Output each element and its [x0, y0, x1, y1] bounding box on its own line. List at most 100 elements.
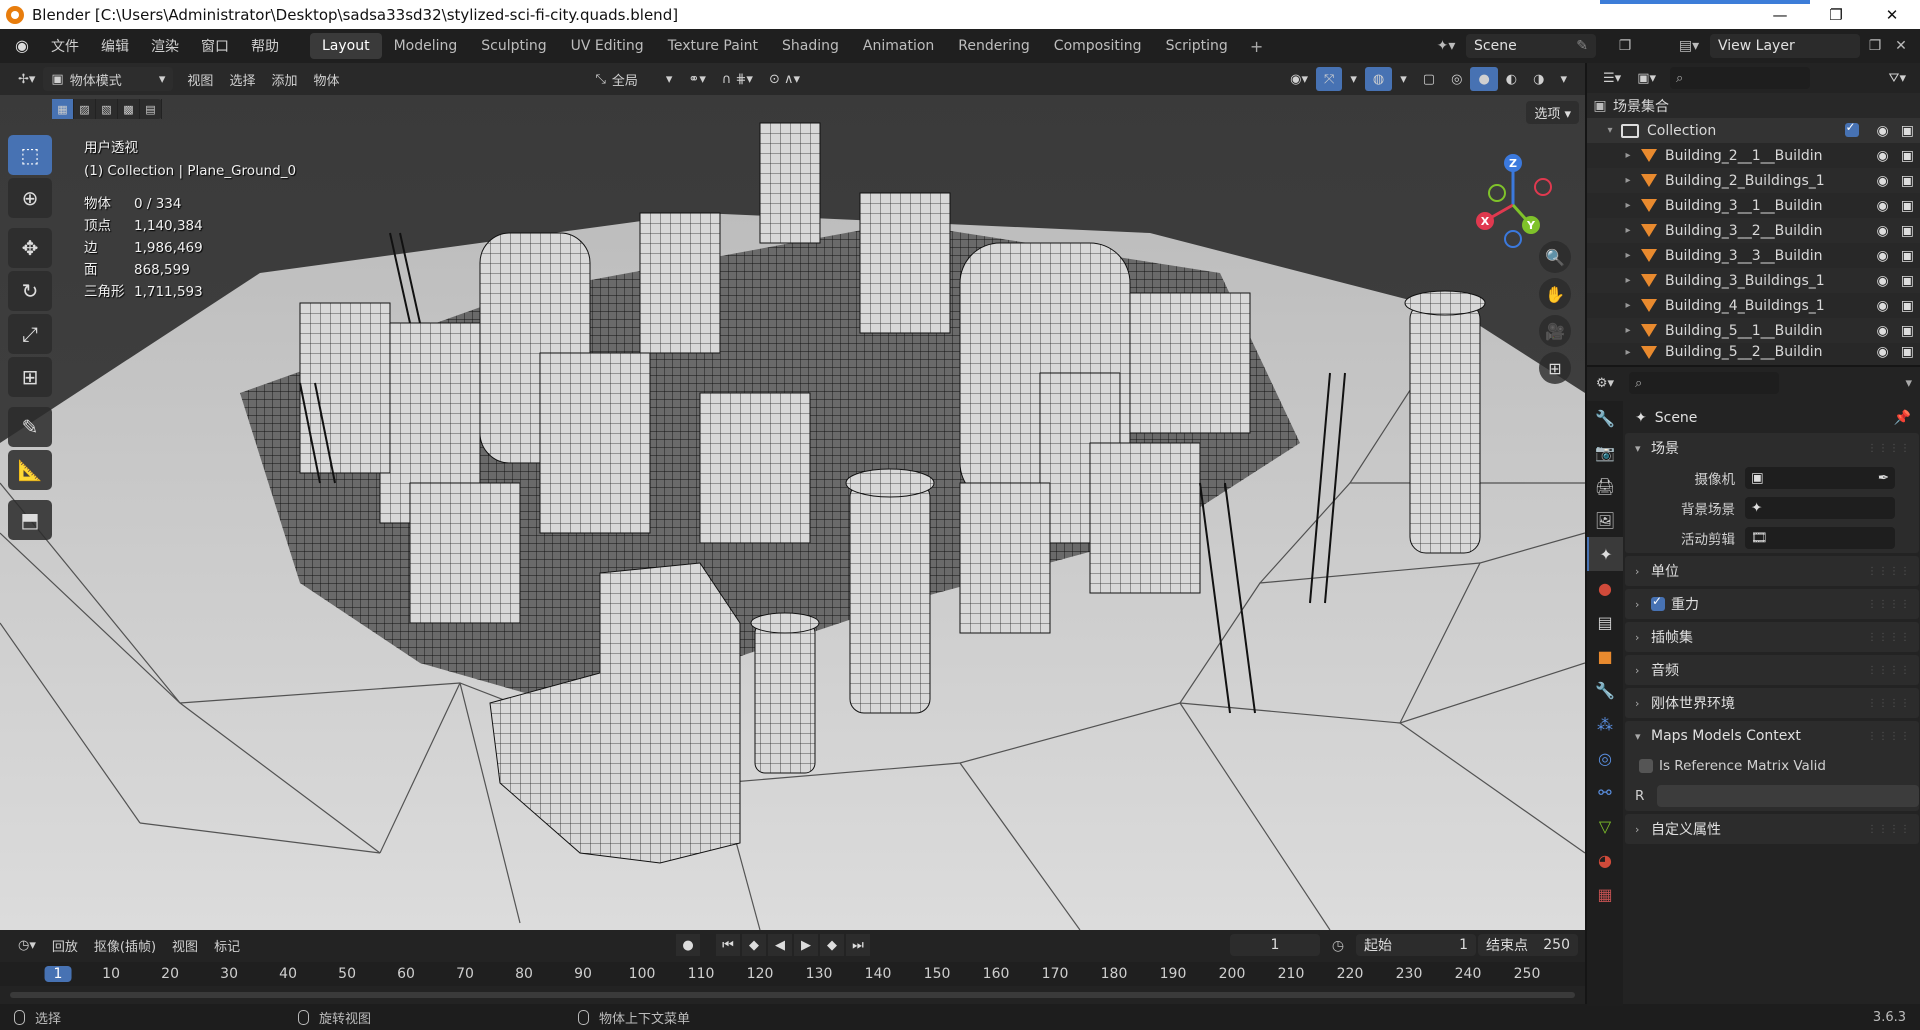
outliner-item[interactable]: ▸ Building_5__1__Buildin ◉ ▣ — [1587, 318, 1920, 343]
r-matrix-field[interactable] — [1657, 785, 1919, 807]
eye-icon[interactable]: ◉ — [1877, 344, 1889, 360]
expand-icon[interactable]: ▸ — [1621, 225, 1635, 236]
play-icon[interactable]: ▶ — [794, 934, 818, 956]
tab-compositing[interactable]: Compositing — [1042, 33, 1154, 59]
pan-hand-icon[interactable]: ✋ — [1539, 278, 1571, 310]
current-frame-field[interactable]: 1 — [1230, 934, 1320, 956]
expand-icon[interactable]: ▸ — [1621, 200, 1635, 211]
tab-layout[interactable]: Layout — [310, 33, 382, 59]
shading-menu-icon[interactable]: ▾ — [1552, 67, 1575, 91]
frame-ruler[interactable]: 1 10 20 30 40 50 60 70 80 90 100 110 120 130 140 150 160… — [0, 962, 1585, 986]
3d-viewport[interactable]: ✢▾ ▣ 物体模式 ▾ 视图 选择 添加 物体 ⤡ 全局 ▾ ⚭▾ ∩ ⋕▾ ⊙… — [0, 63, 1585, 930]
close-button[interactable]: ✕ — [1864, 0, 1920, 29]
material-tab-icon[interactable]: ◕ — [1587, 843, 1623, 877]
collapse-icon[interactable]: ▾ — [1603, 125, 1617, 136]
collection-row[interactable]: ▾ Collection ◉ ▣ — [1587, 118, 1920, 143]
rotate-tool-icon[interactable]: ↻ — [8, 271, 52, 311]
shading-wireframe-icon[interactable]: ◎ — [1443, 67, 1470, 91]
select-box-tool-icon[interactable]: ⬚ — [8, 135, 52, 175]
keying-sets-panel-header[interactable]: › 插帧集 ⋮⋮⋮⋮ — [1625, 622, 1919, 652]
select-subtract-icon[interactable]: ▧ — [96, 99, 118, 119]
expand-icon[interactable]: ▸ — [1621, 347, 1635, 358]
start-frame-field[interactable]: 起始 1 — [1356, 934, 1476, 956]
camera-icon[interactable]: ▣ — [1901, 273, 1914, 289]
view-layer-tab-icon[interactable]: 🖼 — [1587, 503, 1623, 537]
tab-animation[interactable]: Animation — [851, 33, 946, 59]
filter-icon[interactable]: ⛛▾ — [1881, 66, 1914, 90]
modifier-tab-icon[interactable]: 🔧 — [1587, 673, 1623, 707]
clock-icon[interactable]: ◷ — [1324, 934, 1352, 958]
eye-icon[interactable]: ◉ — [1877, 173, 1889, 189]
custom-props-panel-header[interactable]: › 自定义属性 ⋮⋮⋮⋮ — [1625, 814, 1919, 844]
options-dropdown[interactable]: 选项 ▾ — [1526, 101, 1579, 124]
properties-editor-type-icon[interactable]: ⚙▾ — [1587, 367, 1623, 399]
menu-file[interactable]: 文件 — [40, 36, 90, 56]
select-intersect-icon[interactable]: ▤ — [140, 99, 162, 119]
chevron-down-icon[interactable]: ▾ — [1905, 376, 1912, 391]
record-icon[interactable]: ● — [676, 934, 700, 956]
tab-rendering[interactable]: Rendering — [946, 33, 1042, 59]
eyedropper-icon[interactable]: ✒ — [1878, 470, 1889, 486]
outliner-item[interactable]: ▸ Building_2_Buildings_1 ◉ ▣ — [1587, 168, 1920, 193]
menu-window[interactable]: 窗口 — [190, 36, 240, 56]
expand-icon[interactable]: ▸ — [1621, 275, 1635, 286]
transform-orientation-selector[interactable]: ⤡ 全局 ▾ — [587, 67, 680, 91]
expand-icon[interactable]: ▸ — [1621, 175, 1635, 186]
menu-help[interactable]: 帮助 — [240, 36, 290, 56]
gizmo-toggle-icon[interactable]: ⤧ — [1315, 67, 1343, 91]
drag-grip-icon[interactable]: ⋮⋮⋮⋮ — [1867, 665, 1911, 676]
camera-icon[interactable]: ▣ — [1901, 344, 1914, 360]
particles-tab-icon[interactable]: ⁂ — [1587, 707, 1623, 741]
zoom-icon[interactable]: 🔍 — [1539, 241, 1571, 273]
select-extend-icon[interactable]: ▨ — [74, 99, 96, 119]
display-mode-icon[interactable]: ▣▾ — [1629, 66, 1664, 90]
view-layer-field[interactable]: View Layer — [1710, 34, 1860, 58]
tab-modeling[interactable]: Modeling — [382, 33, 470, 59]
tab-sculpting[interactable]: Sculpting — [469, 33, 558, 59]
outliner-item[interactable]: ▸ Building_3__1__Buildin ◉ ▣ — [1587, 193, 1920, 218]
collection-tab-icon[interactable]: ▤ — [1587, 605, 1623, 639]
select-new-icon[interactable]: ▦ — [52, 99, 74, 119]
eye-icon[interactable]: ◉ — [1877, 323, 1889, 339]
constraints-tab-icon[interactable]: ⚯ — [1587, 775, 1623, 809]
tab-scripting[interactable]: Scripting — [1154, 33, 1240, 59]
timeline-editor-type-icon[interactable]: ◷▾ — [10, 933, 44, 957]
xray-toggle-icon[interactable]: ▢ — [1415, 67, 1443, 91]
eye-icon[interactable]: ◉ — [1877, 223, 1889, 239]
proportional-edit-icon[interactable]: ⊙ ∧▾ — [761, 67, 808, 91]
scene-collection-row[interactable]: ▣ 场景集合 — [1587, 93, 1920, 118]
menu-select[interactable]: 选择 — [221, 67, 263, 91]
annotate-tool-icon[interactable]: ✎ — [8, 407, 52, 447]
camera-view-icon[interactable]: 🎥 — [1539, 315, 1571, 347]
menu-view[interactable]: 视图 — [179, 67, 221, 91]
expand-icon[interactable]: ▸ — [1621, 250, 1635, 261]
end-frame-field[interactable]: 结束点 250 — [1478, 934, 1578, 956]
gravity-panel-header[interactable]: › 重力 ⋮⋮⋮⋮ — [1625, 589, 1919, 619]
drag-grip-icon[interactable]: ⋮⋮⋮⋮ — [1867, 632, 1911, 643]
timeline-scrollbar[interactable] — [10, 992, 1575, 998]
camera-icon[interactable]: ▣ — [1901, 148, 1914, 164]
navigation-gizmo[interactable]: Z X Y — [1465, 143, 1575, 253]
snap-icon[interactable]: ∩ ⋕▾ — [714, 67, 761, 91]
drag-grip-icon[interactable]: ⋮⋮⋮⋮ — [1867, 731, 1911, 742]
drag-grip-icon[interactable]: ⋮⋮⋮⋮ — [1867, 599, 1911, 610]
data-tab-icon[interactable]: ▽ — [1587, 809, 1623, 843]
maps-models-panel-header[interactable]: ▾ Maps Models Context ⋮⋮⋮⋮ — [1625, 721, 1919, 751]
tab-texture-paint[interactable]: Texture Paint — [656, 33, 770, 59]
prev-keyframe-icon[interactable]: ◆ — [742, 934, 766, 956]
maximize-button[interactable]: ❐ — [1808, 0, 1864, 29]
new-view-layer-icon[interactable]: ❐ — [1864, 34, 1886, 58]
new-scene-icon[interactable]: ❐ — [1614, 34, 1636, 58]
eye-icon[interactable]: ◉ — [1877, 148, 1889, 164]
scale-tool-icon[interactable]: ⤢ — [8, 314, 52, 354]
scene-field[interactable]: Scene ✎ — [1466, 34, 1596, 58]
background-scene-field[interactable]: ✦ — [1745, 497, 1895, 519]
remove-view-layer-icon[interactable]: ✕ — [1890, 34, 1912, 58]
camera-icon[interactable]: ▣ — [1901, 248, 1914, 264]
scene-selector-icon[interactable]: ✦▾ — [1430, 34, 1462, 58]
camera-icon[interactable]: ▣ — [1901, 173, 1914, 189]
audio-panel-header[interactable]: › 音频 ⋮⋮⋮⋮ — [1625, 655, 1919, 685]
outliner-editor-type-icon[interactable]: ☰▾ — [1595, 66, 1629, 90]
eye-icon[interactable]: ◉ — [1877, 273, 1889, 289]
menu-timeline-view[interactable]: 视图 — [164, 933, 206, 957]
